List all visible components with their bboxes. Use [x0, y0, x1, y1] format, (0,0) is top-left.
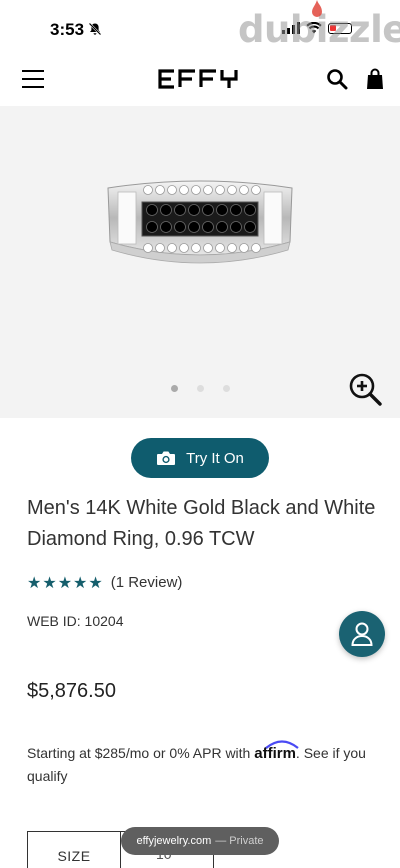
affirm-arc-icon — [265, 740, 299, 749]
private-mode-label: — Private — [215, 835, 264, 847]
star-icon: ★ — [27, 572, 42, 592]
gallery-dot[interactable] — [223, 385, 230, 392]
url-domain: effyjewelry.com — [136, 835, 212, 847]
product-rating[interactable]: ★ ★ ★ ★ ★ (1 Review) — [27, 574, 182, 591]
status-time: 3:53 — [50, 20, 85, 39]
effy-logo[interactable] — [158, 68, 242, 90]
gallery-dot[interactable] — [197, 385, 204, 392]
star-icon: ★ — [57, 572, 73, 592]
zoom-in-icon[interactable] — [348, 372, 382, 406]
site-header — [0, 56, 400, 106]
try-it-on-label: Try It On — [186, 449, 244, 467]
camera-icon — [157, 451, 176, 465]
menu-line — [22, 78, 44, 80]
search-icon[interactable] — [326, 68, 348, 90]
shopping-bag-icon[interactable] — [366, 68, 384, 90]
financing-offer[interactable]: Starting at $285/mo or 0% APR with affir… — [27, 740, 377, 787]
browser-url-pill[interactable]: effyjewelry.com — Private — [121, 827, 279, 855]
affirm-logo[interactable]: affirm — [254, 740, 299, 765]
reviews-link[interactable]: (1 Review) — [111, 574, 183, 591]
gallery-dot-active[interactable] — [171, 385, 178, 392]
star-icon: ★ — [42, 572, 57, 592]
try-it-on-button[interactable]: Try It On — [131, 438, 269, 478]
web-id: WEB ID: 10204 — [27, 613, 124, 629]
menu-line — [22, 70, 44, 72]
menu-line — [22, 86, 44, 88]
user-icon — [351, 622, 373, 646]
menu-button[interactable] — [22, 70, 44, 88]
financing-prefix: Starting at $285/mo or 0% APR with — [27, 745, 255, 761]
ring-product-image — [107, 180, 293, 264]
star-icon: ★ — [88, 572, 103, 592]
product-title: Men's 14K White Gold Black and White Dia… — [27, 497, 376, 550]
rating-stars: ★ ★ ★ ★ ★ — [27, 572, 103, 592]
chat-assistant-button[interactable] — [339, 611, 385, 657]
star-icon: ★ — [73, 572, 88, 592]
gallery-pagination — [171, 385, 230, 392]
product-image-gallery[interactable] — [0, 106, 400, 418]
flame-icon — [312, 0, 322, 17]
status-bar: 3:53 dubizzle — [0, 0, 400, 56]
muted-bell-icon — [88, 22, 102, 36]
product-price: $5,876.50 — [27, 680, 116, 702]
size-label: SIZE — [27, 831, 121, 868]
